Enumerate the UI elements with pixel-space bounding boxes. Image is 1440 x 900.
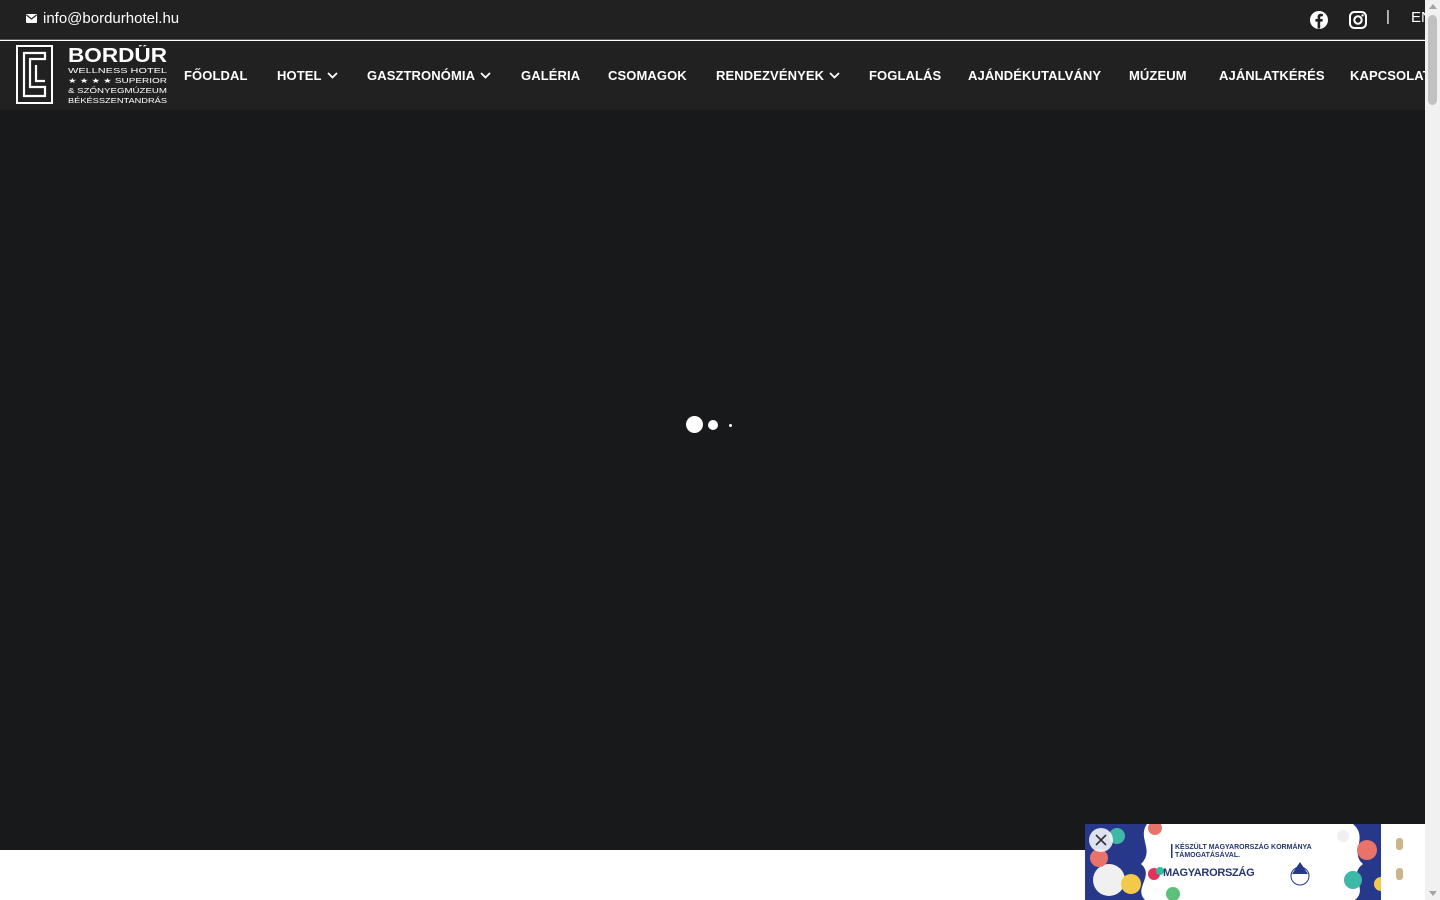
chevron-down-icon xyxy=(480,72,491,79)
spinner-dot xyxy=(729,424,732,427)
spinner-dot xyxy=(686,416,703,433)
banner-brand: MAGYARORSZÁG xyxy=(1163,867,1255,879)
scroll-up-arrow[interactable] xyxy=(1429,4,1437,9)
nav-item-muzeum[interactable]: MÚZEUM xyxy=(1129,68,1187,83)
nav-item-hotel[interactable]: HOTEL xyxy=(277,68,338,83)
logo-line4: BÉKÉSSZENTANDRÁS xyxy=(68,96,167,105)
main-navigation: BORDŰR WELLNESS HOTEL ★ ★ ★ ★ SUPERIOR &… xyxy=(0,41,1425,110)
nav-item-label: FŐOLDAL xyxy=(184,68,248,83)
envelope-icon xyxy=(26,14,37,23)
scroll-down-arrow[interactable] xyxy=(1429,891,1437,896)
nav-item-label: RENDEZVÉNYEK xyxy=(716,68,825,83)
bordur-logo[interactable]: BORDŰR WELLNESS HOTEL ★ ★ ★ ★ SUPERIOR &… xyxy=(16,45,168,107)
nav-item-ajandekutalvany[interactable]: AJÁNDÉKUTALVÁNY xyxy=(968,68,1101,83)
top-bar: info@bordurhotel.hu | EN xyxy=(0,0,1425,40)
separator: | xyxy=(1386,8,1390,25)
page-scrollbar[interactable] xyxy=(1425,0,1440,900)
chevron-down-icon xyxy=(829,72,840,79)
nav-item-galeria[interactable]: GALÉRIA xyxy=(521,68,580,83)
logo-line2: ★ ★ ★ ★ SUPERIOR xyxy=(68,76,167,85)
nav-item-label: AJÁNLATKÉRÉS xyxy=(1219,68,1325,83)
language-switch[interactable]: EN xyxy=(1411,9,1425,26)
nav-item-label: CSOMAGOK xyxy=(608,68,687,83)
banner-text-line1: KÉSZÜLT MAGYARORSZÁG KORMÁNYA xyxy=(1175,844,1312,851)
nav-item-csomagok[interactable]: CSOMAGOK xyxy=(608,68,687,83)
banner-close-button[interactable] xyxy=(1089,828,1113,852)
nav-item-label: KAPCSOLAT xyxy=(1350,68,1425,83)
instagram-icon[interactable] xyxy=(1347,9,1369,31)
nav-item-gasztronomia[interactable]: GASZTRONÓMIA xyxy=(367,68,491,83)
nav-item-kapcsolat[interactable]: KAPCSOLAT xyxy=(1350,68,1425,83)
banner-text-line2: TÁMOGATÁSÁVAL. xyxy=(1175,852,1241,859)
nav-item-label: GALÉRIA xyxy=(521,68,581,83)
nav-item-foglalas[interactable]: FOGLALÁS xyxy=(869,68,941,83)
scrollbar-thumb[interactable] xyxy=(1428,15,1437,105)
nav-item-label: FOGLALÁS xyxy=(869,68,942,83)
email-link[interactable]: info@bordurhotel.hu xyxy=(26,10,179,27)
chevron-down-icon xyxy=(326,72,338,79)
nav-item-ajanlatkeres[interactable]: AJÁNLATKÉRÉS xyxy=(1219,68,1325,83)
close-icon xyxy=(1095,834,1107,846)
hero-loading-area xyxy=(0,110,1425,850)
nav-item-fooldal[interactable]: FŐOLDAL xyxy=(184,68,248,83)
logo-line3: & SZŐNYEGMÚZEUM xyxy=(68,86,167,95)
nav-item-label: HOTEL xyxy=(277,68,322,83)
facebook-icon[interactable] xyxy=(1308,9,1330,31)
nav-item-rendezvenyek[interactable]: RENDEZVÉNYEK xyxy=(716,68,840,83)
nav-item-label: GASZTRONÓMIA xyxy=(367,68,476,83)
logo-line1: WELLNESS HOTEL xyxy=(68,66,167,75)
banner-pattern xyxy=(1085,824,1425,900)
logo-name: BORDŰR xyxy=(68,45,168,67)
government-support-banner[interactable]: KÉSZÜLT MAGYARORSZÁG KORMÁNYA TÁMOGATÁSÁ… xyxy=(1085,824,1425,900)
nav-item-label: MÚZEUM xyxy=(1129,68,1187,83)
nav-item-label: AJÁNDÉKUTALVÁNY xyxy=(968,68,1102,83)
spinner-dot xyxy=(708,420,718,430)
email-text: info@bordurhotel.hu xyxy=(43,10,180,27)
page: info@bordurhotel.hu | EN BORDŰR WELLNESS… xyxy=(0,0,1425,900)
